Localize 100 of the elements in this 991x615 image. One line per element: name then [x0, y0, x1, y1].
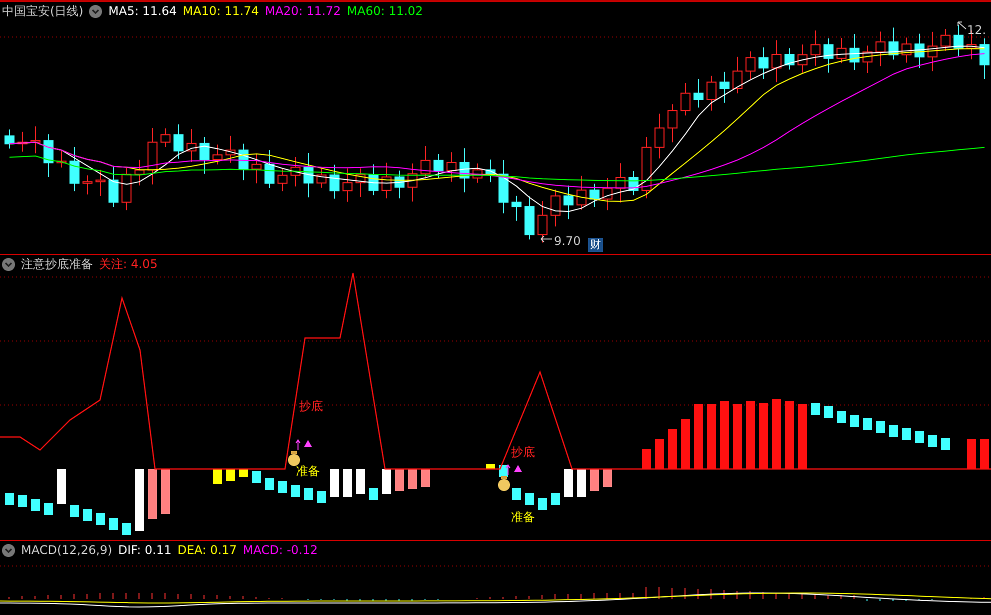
histogram-bar — [772, 399, 781, 469]
candlestick — [408, 163, 418, 202]
histogram-bar — [642, 449, 651, 469]
candlestick — [668, 104, 678, 143]
histogram-bar — [70, 505, 79, 517]
histogram-bar — [720, 401, 729, 469]
candlestick — [836, 38, 846, 64]
histogram-bar — [889, 425, 898, 437]
candlestick — [4, 129, 14, 150]
up-arrow-icon — [296, 439, 300, 450]
histogram-bar — [967, 439, 976, 469]
candlestick — [602, 178, 612, 211]
collapse-icon[interactable] — [2, 258, 15, 270]
candlestick — [798, 44, 808, 74]
histogram-bar — [44, 503, 53, 515]
histogram-bar — [863, 418, 872, 430]
candlestick — [980, 38, 990, 80]
candlestick — [784, 48, 794, 70]
histogram-bar — [57, 469, 66, 504]
histogram-bar — [369, 488, 378, 500]
candlestick — [238, 143, 248, 181]
candlestick — [122, 168, 132, 211]
candlestick — [460, 148, 470, 193]
candlestick — [576, 175, 586, 210]
candlestick — [472, 163, 482, 184]
histogram-bar — [252, 471, 261, 483]
candlestick — [420, 146, 430, 180]
candlestick — [342, 168, 352, 202]
histogram-bar — [265, 478, 274, 490]
indicator-value: MA20: 11.72 — [264, 3, 341, 19]
candlestick — [200, 136, 210, 174]
candlestick — [862, 45, 872, 74]
histogram-bar — [694, 404, 703, 469]
histogram-bar — [902, 428, 911, 440]
histogram-bar — [980, 439, 989, 469]
candlestick — [434, 154, 444, 180]
histogram-bar — [668, 429, 677, 469]
candlestick — [382, 162, 392, 199]
candlestick — [758, 46, 768, 80]
candlestick — [706, 75, 716, 112]
collapse-icon[interactable] — [2, 544, 15, 556]
candlestick — [642, 136, 652, 199]
histogram-bar — [83, 509, 92, 521]
histogram-bar — [31, 499, 40, 511]
candlestick — [538, 200, 548, 244]
candlestick — [772, 40, 782, 83]
histogram-bar — [655, 439, 664, 469]
triangle-icon — [304, 440, 312, 447]
histogram-bar — [785, 401, 794, 469]
high-price-label: 12. — [967, 23, 986, 37]
candlestick — [498, 159, 508, 214]
candlestick — [954, 24, 964, 57]
candlestick — [486, 159, 496, 183]
diagonal-arrow-icon — [958, 22, 966, 30]
histogram-bar — [603, 469, 612, 487]
candlestick — [18, 131, 28, 152]
candlestick — [174, 124, 184, 160]
candlestick — [134, 159, 144, 186]
histogram-bar — [538, 498, 547, 510]
candlestick — [56, 150, 66, 168]
histogram-bar — [382, 469, 391, 494]
candlestick — [876, 31, 886, 67]
histogram-bar — [122, 523, 131, 535]
finance-badge[interactable]: 财 — [588, 238, 603, 252]
candlestick — [810, 30, 820, 66]
histogram-bar — [707, 404, 716, 469]
histogram-bar — [746, 401, 755, 469]
histogram-bar — [876, 421, 885, 433]
candlestick — [70, 146, 80, 192]
candlestick — [940, 28, 950, 52]
triangle-icon — [514, 465, 522, 472]
indicator-title: 注意抄底准备 — [21, 256, 93, 272]
candlestick — [252, 154, 262, 184]
money-bag-icon — [498, 476, 510, 491]
candlestick — [616, 162, 626, 203]
histogram-bar — [824, 406, 833, 418]
histogram-bar — [759, 403, 768, 469]
candlestick — [290, 156, 300, 187]
candlestick — [316, 168, 326, 188]
histogram-bar — [161, 469, 170, 514]
candlestick — [446, 152, 456, 182]
candlestick — [850, 34, 860, 70]
candlestick — [44, 134, 54, 178]
candlestick — [550, 189, 560, 227]
candlestick — [356, 168, 366, 198]
bottom-signal-label: 抄底 — [511, 445, 535, 459]
candlestick — [720, 71, 730, 104]
candlestick — [824, 38, 834, 74]
ready-signal-label: 准备 — [296, 464, 320, 478]
histogram-bar — [213, 469, 222, 484]
histogram-bar — [96, 513, 105, 525]
candlestick — [590, 183, 600, 208]
candlestick — [330, 164, 340, 200]
candlestick — [564, 185, 574, 220]
histogram-bar — [5, 493, 14, 505]
candlestick — [30, 126, 40, 154]
histogram-bar — [512, 488, 521, 500]
collapse-icon[interactable] — [89, 4, 102, 18]
candlestick — [394, 170, 404, 199]
candlestick — [928, 31, 938, 72]
